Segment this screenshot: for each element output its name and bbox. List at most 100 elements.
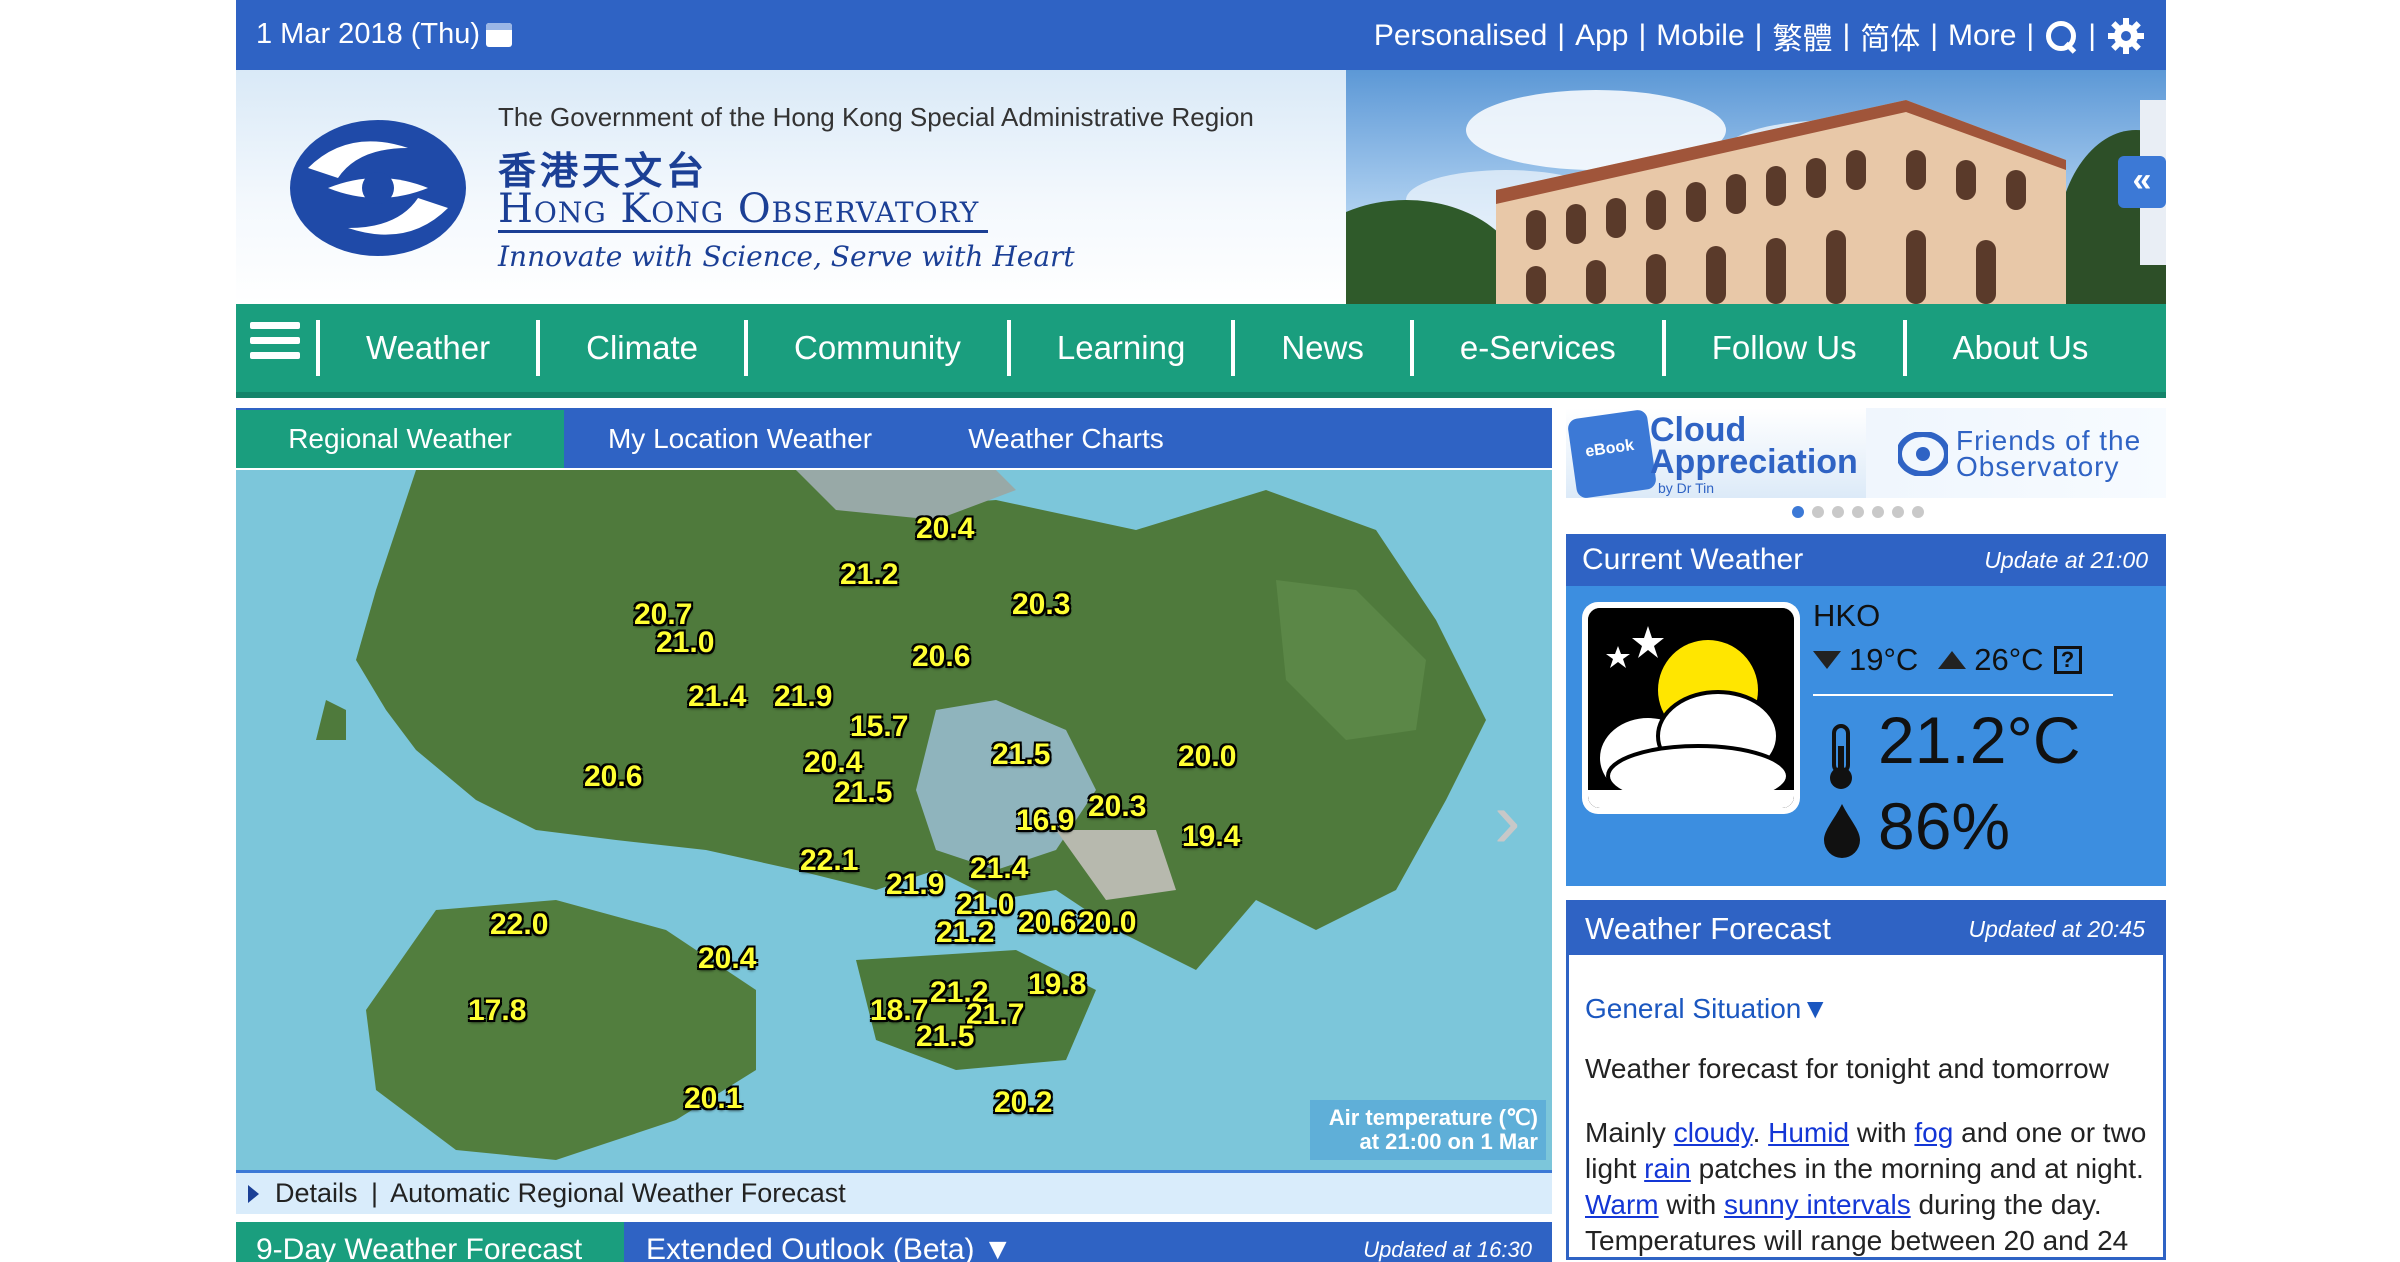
tab-my-location-weather[interactable]: My Location Weather bbox=[566, 410, 914, 468]
friends-logo-icon bbox=[1898, 432, 1948, 476]
nav-weather[interactable]: Weather bbox=[316, 320, 536, 376]
temp-label: 20.2 bbox=[994, 1086, 1053, 1119]
tab-weather-charts[interactable]: Weather Charts bbox=[916, 410, 1216, 468]
chevron-right-icon[interactable]: › bbox=[1494, 780, 1521, 860]
temp-label: 17.8 bbox=[468, 994, 527, 1027]
temp-label: 22.1 bbox=[800, 844, 859, 877]
main-nav: Weather Climate Community Learning News … bbox=[236, 304, 2166, 398]
hko-logo[interactable] bbox=[288, 118, 468, 258]
forecast-updated: Updated at 16:30 bbox=[1363, 1237, 1532, 1262]
thermometer-icon bbox=[1830, 724, 1852, 789]
glossary-link[interactable]: fog bbox=[1914, 1117, 1953, 1148]
carousel-dot[interactable] bbox=[1872, 506, 1884, 518]
carousel-dot[interactable] bbox=[1812, 506, 1824, 518]
hamburger-menu-icon[interactable] bbox=[250, 322, 300, 372]
tab-regional-weather[interactable]: Regional Weather bbox=[236, 410, 564, 468]
link-app[interactable]: App bbox=[1575, 19, 1628, 53]
nav-follow-us[interactable]: Follow Us bbox=[1661, 320, 1903, 376]
map-legend: Air temperature (℃) at 21:00 on 1 Mar bbox=[1310, 1100, 1546, 1160]
details-link[interactable]: Details bbox=[275, 1178, 358, 1208]
temp-label: 20.0 bbox=[1178, 740, 1237, 773]
glossary-link[interactable]: Humid bbox=[1768, 1117, 1849, 1148]
temp-label: 20.6 bbox=[584, 760, 643, 793]
weather-tabs: Regional Weather My Location Weather Wea… bbox=[236, 408, 1552, 468]
cloud-title-1: Cloud bbox=[1650, 411, 1747, 449]
collapse-button[interactable]: « bbox=[2118, 156, 2166, 208]
carousel-dot[interactable] bbox=[1792, 506, 1804, 518]
help-icon[interactable]: ? bbox=[2053, 646, 2082, 674]
gear-icon[interactable] bbox=[2106, 16, 2146, 56]
cloud-appreciation-banner[interactable]: eBook Cloud Appreciation by Dr Tin bbox=[1566, 408, 1866, 498]
arrow-down-icon bbox=[1813, 651, 1841, 669]
link-simplified-chinese[interactable]: 简体 bbox=[1860, 14, 1920, 58]
station-name: HKO bbox=[1813, 598, 1881, 633]
temp-label: 20.4 bbox=[698, 942, 757, 975]
temp-label: 20.6 bbox=[912, 640, 971, 673]
tab-9-day-forecast[interactable]: 9-Day Weather Forecast bbox=[236, 1222, 624, 1262]
details-bar: Details | Automatic Regional Weather For… bbox=[236, 1170, 1552, 1214]
temp-label: 21.4 bbox=[688, 680, 747, 713]
banner-photo bbox=[1346, 70, 2166, 304]
arrow-up-icon bbox=[1938, 651, 1967, 669]
link-more[interactable]: More bbox=[1948, 19, 2016, 53]
general-situation-toggle[interactable]: General Situation▼ bbox=[1585, 993, 1829, 1025]
temp-label: 15.7 bbox=[850, 710, 909, 743]
min-max-temperature: 19°C 26°C ? bbox=[1813, 642, 2082, 678]
nav-community[interactable]: Community bbox=[743, 320, 1007, 376]
carousel-dot[interactable] bbox=[1832, 506, 1844, 518]
forecast-subtitle: Weather forecast for tonight and tomorro… bbox=[1585, 1053, 2109, 1084]
forecast-tabs: 9-Day Weather Forecast Extended Outlook … bbox=[236, 1222, 1552, 1262]
min-temp: 19°C bbox=[1849, 642, 1919, 677]
nav-learning[interactable]: Learning bbox=[1006, 320, 1231, 376]
nav-about-us[interactable]: About Us bbox=[1902, 320, 2135, 376]
friends-of-observatory[interactable]: Friends of the Observatory bbox=[1956, 427, 2141, 481]
cloud-title-2: Appreciation bbox=[1650, 443, 1858, 481]
org-name: Hong Kong Observatory bbox=[498, 186, 980, 232]
tab-extended-outlook[interactable]: Extended Outlook (Beta) ▼ bbox=[646, 1222, 1013, 1262]
promo-banner[interactable]: eBook Cloud Appreciation by Dr Tin Friend… bbox=[1566, 408, 2166, 498]
search-icon[interactable] bbox=[2044, 19, 2078, 53]
current-weather-panel: Current Weather Update at 21:00 HKO 19°C… bbox=[1566, 534, 2166, 886]
max-temp: 26°C bbox=[1974, 642, 2044, 677]
weather-forecast-header[interactable]: Weather Forecast Updated at 20:45 bbox=[1569, 903, 2163, 955]
auto-regional-forecast-link[interactable]: Automatic Regional Weather Forecast bbox=[390, 1178, 846, 1208]
temp-label: 20.3 bbox=[1012, 588, 1071, 621]
carousel-dots bbox=[1792, 506, 1932, 518]
temp-label: 20.4 bbox=[804, 746, 863, 779]
glossary-link[interactable]: rain bbox=[1644, 1153, 1691, 1184]
temp-label: 20.3 bbox=[1088, 790, 1147, 823]
glossary-link[interactable]: Warm bbox=[1585, 1189, 1659, 1220]
carousel-dot[interactable] bbox=[1912, 506, 1924, 518]
link-mobile[interactable]: Mobile bbox=[1656, 19, 1744, 53]
glossary-link[interactable]: cloudy bbox=[1674, 1117, 1753, 1148]
forecast-text-segment: with bbox=[1849, 1117, 1915, 1148]
nav-news[interactable]: News bbox=[1231, 320, 1410, 376]
glossary-link[interactable]: sunny intervals bbox=[1724, 1189, 1911, 1220]
legend-line-2: at 21:00 on 1 Mar bbox=[1359, 1129, 1538, 1154]
forecast-text-segment: . bbox=[1752, 1117, 1769, 1148]
current-weather-header[interactable]: Current Weather Update at 21:00 bbox=[1566, 534, 2166, 586]
temp-label: 21.5 bbox=[992, 738, 1051, 771]
forecast-text: Mainly cloudy. Humid with fog and one or… bbox=[1585, 1115, 2155, 1259]
forecast-text-segment: with bbox=[1658, 1189, 1724, 1220]
cloud-by: by Dr Tin bbox=[1658, 480, 1715, 496]
regional-temperature-map[interactable]: 20.4 21.2 20.7 21.0 20.3 20.6 21.4 21.9 … bbox=[236, 470, 1552, 1170]
forecast-updated-time: Updated at 20:45 bbox=[1968, 916, 2145, 942]
forecast-text-segment: Mainly bbox=[1585, 1117, 1674, 1148]
temp-label: 20.0 bbox=[1078, 906, 1137, 939]
link-traditional-chinese[interactable]: 繁體 bbox=[1772, 14, 1832, 58]
carousel-dot[interactable] bbox=[1852, 506, 1864, 518]
nav-climate[interactable]: Climate bbox=[536, 320, 744, 376]
temp-label: 20.4 bbox=[916, 512, 975, 545]
link-personalised[interactable]: Personalised bbox=[1374, 19, 1547, 53]
date-text: 1 Mar 2018 (Thu) bbox=[256, 18, 481, 50]
temp-label: 21.2 bbox=[936, 916, 995, 949]
temp-label: 19.8 bbox=[1028, 968, 1087, 1001]
top-links: Personalised | App | Mobile | 繁體 | 简体 | More |… bbox=[1374, 14, 2146, 58]
triangle-right-icon[interactable] bbox=[248, 1185, 259, 1203]
carousel-dot[interactable] bbox=[1892, 506, 1904, 518]
calendar-icon[interactable] bbox=[486, 23, 513, 47]
nav-e-services[interactable]: e-Services bbox=[1409, 320, 1662, 376]
ebook-icon: eBook bbox=[1566, 408, 1658, 498]
temp-label: 21.9 bbox=[774, 680, 833, 713]
